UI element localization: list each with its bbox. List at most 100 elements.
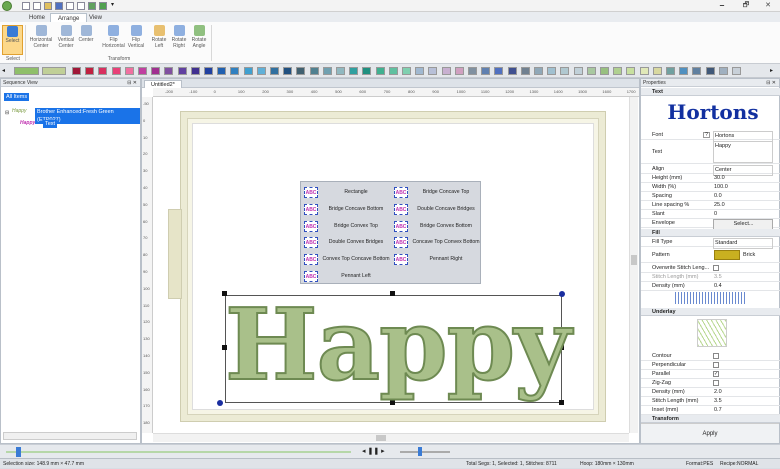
color-swatch[interactable] bbox=[164, 67, 174, 75]
color-swatch[interactable] bbox=[151, 67, 161, 75]
vertical-center-button[interactable]: Vertical Center bbox=[55, 25, 77, 55]
section-underlay[interactable]: Underlay bbox=[641, 308, 780, 316]
apply-button[interactable]: Apply bbox=[641, 423, 779, 443]
color-swatch[interactable] bbox=[204, 67, 213, 75]
save-icon[interactable] bbox=[55, 2, 63, 10]
text-object-node-label[interactable]: Text bbox=[43, 120, 58, 128]
zigzag-checkbox[interactable] bbox=[713, 380, 719, 386]
all-items-node[interactable]: All Items bbox=[4, 93, 30, 101]
canvas-vertical-scrollbar[interactable] bbox=[629, 97, 638, 433]
color-swatch[interactable] bbox=[336, 67, 345, 75]
app-logo-icon[interactable] bbox=[2, 1, 12, 11]
color-swatch[interactable] bbox=[256, 67, 266, 75]
parallel-checkbox[interactable]: ✓ bbox=[713, 371, 719, 377]
sequence-horizontal-scrollbar[interactable] bbox=[3, 432, 137, 440]
color-swatch[interactable] bbox=[322, 67, 332, 75]
envelope-shape-item[interactable]: ABC Rectangle bbox=[303, 185, 391, 200]
density-input[interactable]: 0.4 bbox=[713, 282, 773, 291]
color-swatch[interactable] bbox=[679, 67, 689, 75]
panel-pin-icon[interactable]: ⊟ ✕ bbox=[127, 79, 137, 87]
color-swatch[interactable] bbox=[177, 67, 187, 75]
speed-slider[interactable] bbox=[400, 451, 450, 453]
rotate-handle[interactable] bbox=[217, 400, 223, 406]
inset-input[interactable]: 0.7 bbox=[713, 406, 773, 415]
tree-collapse-icon[interactable]: ⊟ bbox=[5, 110, 9, 116]
select-button[interactable]: Select bbox=[2, 25, 23, 55]
color-swatch[interactable] bbox=[98, 67, 108, 75]
envelope-shape-item[interactable]: ABC Pennant Left bbox=[303, 269, 391, 284]
color-swatch[interactable] bbox=[402, 67, 411, 75]
open-file-icon[interactable] bbox=[33, 2, 41, 10]
envelope-shape-item[interactable]: ABC Double Concave Bridges bbox=[393, 202, 481, 217]
restore-button[interactable]: 🗗 bbox=[736, 1, 756, 11]
color-swatch[interactable] bbox=[138, 67, 147, 75]
color-swatch[interactable] bbox=[415, 67, 425, 75]
flip-horizontal-button[interactable]: Flip Horizontal bbox=[101, 25, 126, 55]
envelope-shape-item[interactable]: ABC Pennant Right bbox=[393, 252, 481, 267]
color-swatch[interactable] bbox=[639, 67, 649, 75]
color-swatch[interactable] bbox=[534, 67, 543, 75]
rotate-left-button[interactable]: Rotate Left bbox=[150, 25, 168, 55]
color-swatch[interactable] bbox=[652, 67, 662, 75]
color-swatch[interactable] bbox=[573, 67, 583, 75]
color-swatch[interactable] bbox=[243, 67, 253, 75]
envelope-shape-item[interactable]: ABC Double Convex Bridges bbox=[303, 235, 391, 250]
color-swatch[interactable] bbox=[600, 67, 609, 75]
envelope-shape-item[interactable]: ABC Concave Top Convex Bottom bbox=[393, 235, 481, 250]
palette-left-arrow-icon[interactable]: ◂ bbox=[2, 67, 12, 75]
rotate-right-button[interactable]: Rotate Right bbox=[170, 25, 188, 55]
color-swatch[interactable] bbox=[375, 67, 385, 75]
rotate-angle-button[interactable]: Rotate Angle bbox=[189, 25, 209, 55]
color-swatch[interactable] bbox=[388, 67, 398, 75]
envelope-shape-item[interactable]: ABC Bridge Concave Top bbox=[393, 185, 481, 200]
color-swatch[interactable] bbox=[692, 67, 702, 75]
canvas-horizontal-scrollbar[interactable] bbox=[153, 433, 629, 442]
section-text[interactable]: Text bbox=[641, 88, 780, 96]
center-button[interactable]: Center bbox=[77, 25, 95, 55]
envelope-shape-item[interactable]: ABC Convex Top Concave Bottom bbox=[303, 252, 391, 267]
color-swatch[interactable] bbox=[626, 67, 636, 75]
color-swatch[interactable] bbox=[520, 67, 530, 75]
palette-right-arrow-icon[interactable]: ▸ bbox=[770, 67, 778, 75]
document-tab[interactable]: Untitled2* bbox=[144, 80, 182, 88]
section-fill[interactable]: Fill bbox=[641, 229, 780, 237]
color-swatch[interactable] bbox=[309, 67, 319, 75]
color-swatch[interactable] bbox=[732, 67, 741, 75]
color-swatch[interactable] bbox=[190, 67, 200, 75]
close-button[interactable]: ✕ bbox=[758, 1, 778, 11]
minimize-button[interactable]: 🗕 bbox=[712, 1, 732, 11]
color-swatch[interactable] bbox=[494, 67, 504, 75]
color-swatch[interactable] bbox=[14, 67, 39, 75]
export-icon[interactable] bbox=[99, 2, 107, 10]
width-input[interactable]: 100.0 bbox=[713, 183, 773, 192]
embroidery-text[interactable]: Happy bbox=[224, 287, 572, 405]
stitch-progress-track[interactable] bbox=[6, 451, 351, 453]
envelope-shape-item[interactable]: ABC Bridge Convex Top bbox=[303, 219, 391, 234]
line-spacing-input[interactable]: 25.0 bbox=[713, 201, 773, 210]
envelope-shape-item[interactable]: ABC Bridge Convex Bottom bbox=[393, 219, 481, 234]
color-swatch[interactable] bbox=[42, 67, 66, 75]
preview-icon[interactable] bbox=[77, 2, 85, 10]
font-help-icon[interactable]: ? bbox=[703, 132, 710, 138]
color-swatch[interactable] bbox=[124, 67, 134, 75]
color-swatch[interactable] bbox=[481, 67, 491, 75]
color-swatch[interactable] bbox=[468, 67, 477, 75]
speed-slider-thumb[interactable] bbox=[418, 447, 422, 456]
brick-pattern-swatch[interactable] bbox=[714, 250, 740, 260]
color-swatch[interactable] bbox=[666, 67, 675, 75]
color-swatch[interactable] bbox=[85, 67, 95, 75]
color-swatch[interactable] bbox=[586, 67, 596, 75]
print-icon[interactable] bbox=[66, 2, 74, 10]
overwrite-checkbox[interactable] bbox=[713, 265, 719, 271]
envelope-shape-item[interactable]: ABC Bridge Concave Bottom bbox=[303, 202, 391, 217]
panel-pin-icon[interactable]: ⊟ ✕ bbox=[766, 79, 776, 87]
color-swatch[interactable] bbox=[283, 67, 293, 75]
color-swatch[interactable] bbox=[349, 67, 359, 75]
color-swatch[interactable] bbox=[454, 67, 464, 75]
color-swatch[interactable] bbox=[270, 67, 279, 75]
play-controls[interactable]: ◂ ❚❚ ▸ bbox=[362, 447, 385, 455]
folder-icon[interactable] bbox=[44, 2, 52, 10]
contour-checkbox[interactable] bbox=[713, 353, 719, 359]
height-input[interactable]: 30.0 bbox=[713, 174, 773, 183]
slant-input[interactable]: 0 bbox=[713, 210, 773, 219]
